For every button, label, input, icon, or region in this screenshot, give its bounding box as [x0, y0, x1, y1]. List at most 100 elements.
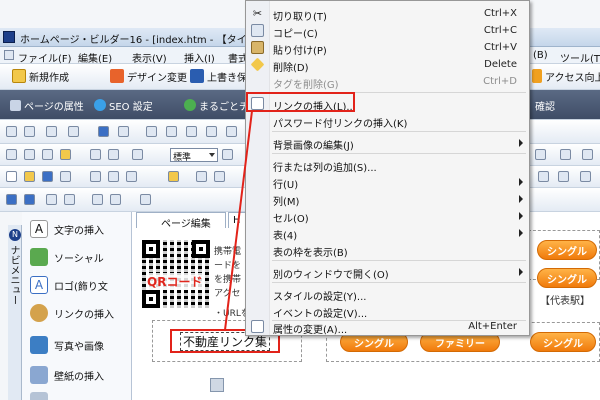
nav-item-link[interactable]: リンクの挿入: [30, 302, 130, 324]
list-icon[interactable]: [46, 194, 57, 205]
menu-item-delete[interactable]: 削除(D) Delete: [246, 56, 529, 74]
nav-item-wallpaper[interactable]: 壁紙の挿入: [30, 364, 130, 386]
frame-icon[interactable]: [226, 126, 237, 137]
access-up-label: アクセス向上: [545, 72, 600, 84]
menu-item-row[interactable]: 行(U): [246, 173, 529, 191]
menu-item-cell[interactable]: セル(O): [246, 207, 529, 225]
image-insert-icon[interactable]: [166, 126, 177, 137]
new-page-icon[interactable]: [6, 171, 17, 182]
link-icon[interactable]: [186, 126, 197, 137]
clip-icon[interactable]: [46, 126, 57, 137]
overwrite-save-button[interactable]: 上書き保: [190, 68, 247, 84]
refresh-icon[interactable]: [132, 149, 143, 160]
preview-check-button[interactable]: 確認: [535, 97, 555, 113]
cut-icon[interactable]: [6, 149, 17, 160]
nav-item-photo[interactable]: 写真や画像: [30, 334, 130, 356]
outdent-icon[interactable]: [110, 194, 121, 205]
pencil-icon[interactable]: [6, 126, 17, 137]
paragraph-format-select[interactable]: 標準: [170, 148, 218, 163]
new-button[interactable]: 新規作成: [12, 68, 69, 84]
seo-button[interactable]: SEO 設定: [94, 97, 153, 113]
paste-toolbar-icon[interactable]: [42, 149, 53, 160]
menu-item-copy[interactable]: コピー(C) Ctrl+C: [246, 22, 529, 40]
open-folder-icon[interactable]: [24, 171, 35, 182]
page-properties-button[interactable]: ページの属性: [10, 97, 84, 113]
side-text-line: アクセ: [214, 289, 241, 299]
menu-item-shortcut: Alt+Enter: [468, 321, 517, 332]
tab-page-edit[interactable]: ページ編集: [136, 212, 226, 230]
access-up-button[interactable]: アクセス向上: [532, 68, 600, 84]
menu-item-remove-tag[interactable]: タグを削除(G) Ctrl+D: [246, 73, 529, 91]
table-icon[interactable]: [68, 126, 79, 137]
menu-item-edit-background[interactable]: 背景画像の編集(J): [246, 134, 529, 152]
undo-small-icon[interactable]: [196, 171, 207, 182]
layout-icon[interactable]: [206, 126, 217, 137]
tab-html[interactable]: H: [228, 212, 246, 228]
menu-view[interactable]: 表示(V): [132, 50, 167, 65]
text-format-icon[interactable]: [140, 194, 151, 205]
broken-image-icon[interactable]: [210, 378, 224, 392]
menu-item-style-settings[interactable]: スタイルの設定(Y)...: [246, 285, 529, 303]
nav-item-text-insert[interactable]: A 文字の挿入: [30, 218, 130, 240]
menu-item-cut[interactable]: ✂ 切り取り(T) Ctrl+X: [246, 5, 529, 23]
menu-tools[interactable]: ツール(T: [560, 50, 600, 65]
font-color-icon[interactable]: [582, 149, 593, 160]
nav-item-logo[interactable]: A ロゴ(飾り文: [30, 274, 130, 296]
sub-icon[interactable]: [6, 194, 17, 205]
save-small-icon[interactable]: [42, 171, 53, 182]
redo-icon[interactable]: [108, 149, 119, 160]
single-button[interactable]: シングル: [537, 268, 597, 288]
menu-item-label: セル(O): [273, 214, 309, 225]
menu-file[interactable]: ファイル(F): [18, 50, 72, 65]
menu-item-shortcut: Ctrl+V: [483, 42, 517, 53]
single-button[interactable]: シングル: [537, 240, 597, 260]
font-size-up-icon[interactable]: [535, 149, 546, 160]
menu-item-add-row-col[interactable]: 行または列の追加(S)...: [246, 156, 529, 174]
indent-icon[interactable]: [92, 194, 103, 205]
design-change-button[interactable]: デザイン変更: [110, 68, 187, 84]
single-button-bottom[interactable]: シングル: [530, 332, 596, 352]
eraser-icon[interactable]: [60, 149, 71, 160]
image-icon[interactable]: [24, 126, 35, 137]
qr-finder-tl: [142, 240, 160, 258]
menu-item-table[interactable]: 表(4): [246, 224, 529, 242]
submenu-arrow-icon: [519, 268, 523, 276]
design-icon: [110, 69, 124, 83]
menu-item-insert-password-link[interactable]: パスワード付リンクの挿入(K): [246, 112, 529, 130]
save-all-icon[interactable]: [60, 171, 71, 182]
menu-item-label: 行(U): [273, 180, 299, 191]
text-a-icon[interactable]: [146, 126, 157, 137]
font-size-down-icon[interactable]: [560, 149, 571, 160]
copy-toolbar-icon[interactable]: [24, 149, 35, 160]
numbered-list-icon[interactable]: [64, 194, 75, 205]
align-left-icon[interactable]: [538, 171, 549, 182]
grid-icon[interactable]: [118, 126, 129, 137]
single-button-label: シングル: [547, 274, 587, 286]
sup-icon[interactable]: [24, 194, 35, 205]
paste-small-icon[interactable]: [126, 171, 137, 182]
format-icon[interactable]: [222, 149, 233, 160]
globe-icon[interactable]: [98, 126, 109, 137]
menu-edit[interactable]: 編集(E): [78, 50, 112, 65]
menu-item-open-new-window[interactable]: 別のウィンドウで開く(O): [246, 263, 529, 281]
menubar-app-icon[interactable]: [4, 50, 14, 60]
undo-icon[interactable]: [90, 149, 101, 160]
submenu-arrow-icon: [519, 178, 523, 186]
menu-insert[interactable]: 挿入(I): [184, 50, 215, 65]
table-insert-icon[interactable]: [580, 171, 591, 182]
copy-small-icon[interactable]: [108, 171, 119, 182]
menu-item-column[interactable]: 列(M): [246, 190, 529, 208]
menu-b[interactable]: (B): [533, 50, 548, 61]
navi-menu-tab[interactable]: N ナビメニュー: [8, 225, 22, 400]
menu-item-paste[interactable]: 貼り付け(P) Ctrl+V: [246, 39, 529, 57]
menu-item-change-attributes[interactable]: 属性の変更(A)... Alt+Enter: [246, 318, 529, 336]
nav-item-social[interactable]: ソーシャル: [30, 246, 130, 268]
cut-small-icon[interactable]: [90, 171, 101, 182]
nav-item-more[interactable]: [30, 390, 130, 400]
properties-icon: [251, 320, 264, 333]
navi-menu-panel: A 文字の挿入 ソーシャル A ロゴ(飾り文 リンクの挿入 写真や画像 壁紙の挿…: [22, 212, 132, 400]
menu-item-show-table-border[interactable]: 表の枠を表示(B): [246, 241, 529, 259]
eraser-small-icon[interactable]: [168, 171, 179, 182]
align-center-icon[interactable]: [558, 171, 569, 182]
redo-small-icon[interactable]: [214, 171, 225, 182]
